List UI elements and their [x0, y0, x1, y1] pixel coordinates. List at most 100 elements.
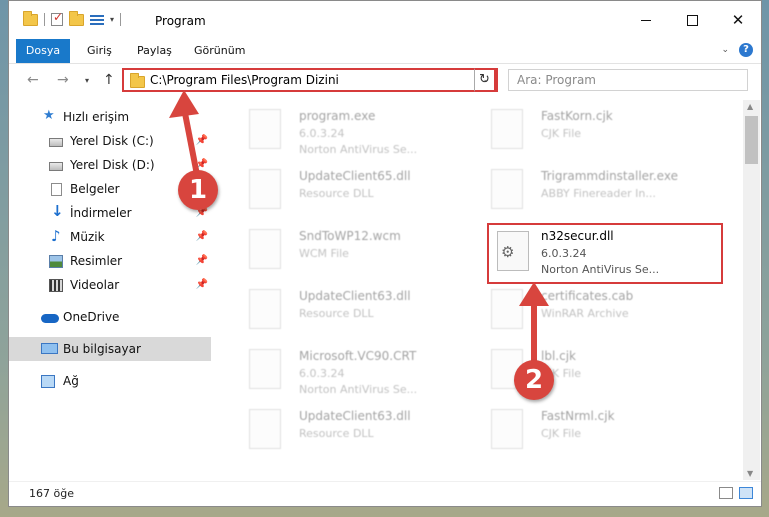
separator: [120, 13, 122, 26]
title-bar: ▾ Program ✕: [9, 1, 761, 39]
file-item[interactable]: Microsoft.VC90.CRT 6.0.3.24 Norton AntiV…: [241, 343, 481, 401]
pictures-icon: [49, 255, 63, 268]
file-type: Resource DLL: [299, 307, 374, 320]
file-item[interactable]: UpdateClient63.dll Resource DLL: [241, 403, 481, 461]
forward-button[interactable]: →: [57, 72, 69, 88]
details-view-icon[interactable]: [719, 487, 733, 499]
address-bar[interactable]: C:\Program Files\Program Dizini ⌄: [122, 68, 498, 92]
dll-file-icon: [249, 409, 281, 449]
sidebar-item-label: İndirmeler: [70, 206, 132, 220]
list-icon[interactable]: [90, 14, 104, 26]
file-item[interactable]: UpdateClient63.dll Resource DLL: [241, 283, 481, 341]
file-name: UpdateClient63.dll: [299, 289, 411, 303]
callout-1: 1: [178, 170, 218, 210]
up-button[interactable]: ↑: [103, 72, 115, 88]
sidebar-item-quick-access[interactable]: Hızlı erişim: [9, 105, 211, 129]
file-name: program.exe: [299, 109, 376, 123]
dll-file-icon: [249, 169, 281, 209]
sidebar-item-label: Yerel Disk (D:): [70, 158, 155, 172]
sidebar-item-label: Bu bilgisayar: [63, 342, 141, 356]
back-button[interactable]: ←: [27, 72, 39, 88]
ribbon: Dosya Giriş Paylaş Görünüm ⌄ ?: [9, 39, 761, 64]
folder-icon: [130, 73, 145, 88]
file-name: n32secur.dll: [541, 229, 614, 243]
tab-gorunum[interactable]: Görünüm: [194, 39, 245, 63]
sidebar-item-local-disk-c[interactable]: Yerel Disk (C:) 📌: [9, 129, 211, 153]
file-description: ABBY Finereader In...: [541, 187, 656, 200]
pin-icon: 📌: [195, 159, 208, 170]
sidebar-item-label: Belgeler: [70, 182, 120, 196]
recent-locations-chevron-icon[interactable]: ▾: [85, 76, 89, 85]
refresh-button[interactable]: ↻: [474, 68, 496, 92]
tab-paylas[interactable]: Paylaş: [137, 39, 172, 63]
maximize-icon: [686, 14, 698, 26]
scroll-down-icon[interactable]: ▼: [747, 469, 753, 478]
view-toggle: [719, 487, 753, 499]
file-name: certificates.cab: [541, 289, 634, 303]
expand-ribbon-icon[interactable]: ⌄: [721, 45, 729, 55]
item-count: 167 öğe: [29, 487, 74, 500]
new-folder-icon[interactable]: [69, 10, 84, 26]
file-description: Norton AntiVirus Se...: [299, 383, 418, 396]
address-path[interactable]: C:\Program Files\Program Dizini: [150, 73, 339, 87]
sidebar-item-onedrive[interactable]: OneDrive: [9, 305, 211, 329]
explorer-window: ▾ Program ✕ Dosya Giriş Paylaş Görünüm ⌄…: [8, 0, 762, 507]
file-type: Resource DLL: [299, 427, 374, 440]
sidebar-item-music[interactable]: Müzik 📌: [9, 225, 211, 249]
file-name: Trigrammdinstaller.exe: [541, 169, 678, 183]
tab-giris[interactable]: Giriş: [87, 39, 112, 63]
drive-icon: [49, 162, 63, 171]
close-button[interactable]: ✕: [715, 1, 761, 39]
file-version: 6.0.3.24: [299, 367, 345, 380]
sidebar-item-label: Ağ: [63, 374, 79, 388]
sidebar-item-local-disk-d[interactable]: Yerel Disk (D:) 📌: [9, 153, 211, 177]
sidebar-item-network[interactable]: Ağ: [9, 369, 211, 393]
customize-chevron-icon[interactable]: ▾: [110, 15, 114, 24]
file-name: FastKorn.cjk: [541, 109, 613, 123]
file-name: UpdateClient65.dll: [299, 169, 411, 183]
tiles-view-icon[interactable]: [739, 487, 753, 499]
file-item[interactable]: SndToWP12.wcm WCM File: [241, 223, 481, 281]
file-item[interactable]: FastNrml.cjk CJK File: [483, 403, 723, 461]
navigation-pane: Hızlı erişim Yerel Disk (C:) 📌 Yerel Dis…: [9, 101, 211, 481]
installer-file-icon: [491, 169, 523, 209]
sidebar-item-pictures[interactable]: Resimler 📌: [9, 249, 211, 273]
file-item[interactable]: certificates.cab WinRAR Archive: [483, 283, 723, 341]
minimize-button[interactable]: [623, 1, 669, 39]
file-list: program.exe 6.0.3.24 Norton AntiVirus Se…: [221, 101, 741, 479]
sidebar-item-downloads[interactable]: İndirmeler 📌: [9, 201, 211, 225]
file-item-n32secur-dll[interactable]: ⚙ n32secur.dll 6.0.3.24 Norton AntiVirus…: [487, 223, 723, 284]
pin-icon: 📌: [195, 231, 208, 242]
file-version: 6.0.3.24: [541, 247, 587, 260]
properties-check-icon[interactable]: [51, 10, 63, 26]
callout-2: 2: [514, 360, 554, 400]
videos-icon: [49, 279, 63, 292]
music-icon: [49, 227, 63, 245]
sidebar-item-this-pc[interactable]: Bu bilgisayar: [9, 337, 211, 361]
file-type: WinRAR Archive: [541, 307, 629, 320]
file-item[interactable]: Trigrammdinstaller.exe ABBY Finereader I…: [483, 163, 723, 221]
file-name: FastNrml.cjk: [541, 409, 615, 423]
document-icon: [51, 183, 62, 196]
scrollbar-thumb[interactable]: [745, 116, 758, 164]
sidebar-item-label: Hızlı erişim: [63, 110, 130, 124]
file-item[interactable]: program.exe 6.0.3.24 Norton AntiVirus Se…: [241, 103, 481, 161]
window-controls: ✕: [623, 1, 761, 39]
file-item[interactable]: FastKorn.cjk CJK File: [483, 103, 723, 161]
file-name: UpdateClient63.dll: [299, 409, 411, 423]
file-description: Norton AntiVirus Se...: [541, 263, 660, 276]
drive-icon: [49, 138, 63, 147]
search-input[interactable]: Ara: Program: [508, 69, 748, 91]
sidebar-item-videos[interactable]: Videolar 📌: [9, 273, 211, 297]
file-name: Microsoft.VC90.CRT: [299, 349, 417, 363]
window-title: Program: [155, 14, 206, 28]
file-item[interactable]: UpdateClient65.dll Resource DLL: [241, 163, 481, 221]
pin-icon: 📌: [195, 279, 208, 290]
vertical-scrollbar[interactable]: ▲ ▼: [743, 100, 760, 480]
tab-dosya[interactable]: Dosya: [16, 39, 70, 63]
maximize-button[interactable]: [669, 1, 715, 39]
help-icon[interactable]: ?: [739, 43, 753, 57]
scroll-up-icon[interactable]: ▲: [747, 102, 753, 111]
search-placeholder: Ara: Program: [517, 73, 596, 87]
pin-icon: 📌: [195, 255, 208, 266]
